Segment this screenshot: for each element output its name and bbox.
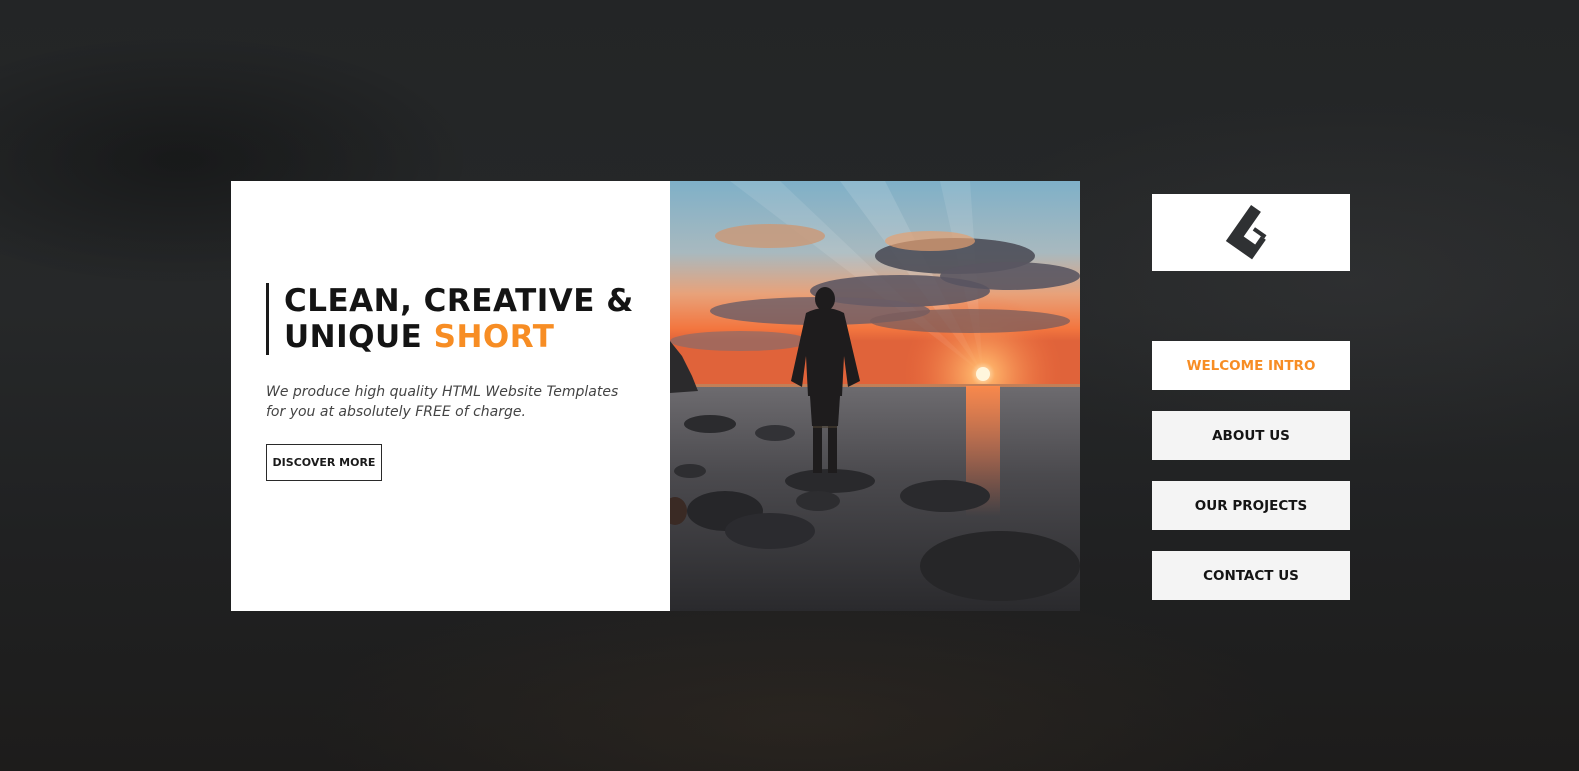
headline-line-2-prefix: UNIQUE — [284, 319, 423, 355]
nav-item-our-projects[interactable]: OUR PROJECTS — [1152, 481, 1350, 530]
hero-card: CLEAN, CREATIVE & UNIQUE SHORT We produc… — [231, 181, 1080, 611]
nav-item-about-us[interactable]: ABOUT US — [1152, 411, 1350, 460]
hero-tagline: We produce high quality HTML Website Tem… — [266, 384, 619, 420]
logo-box[interactable] — [1152, 194, 1350, 271]
hero-headline: CLEAN, CREATIVE & UNIQUE SHORT — [266, 283, 634, 355]
sunset-photo-image — [670, 181, 1080, 611]
headline-accent-word: SHORT — [433, 319, 555, 355]
side-nav: WELCOME INTRO ABOUT US OUR PROJECTS CONT… — [1152, 341, 1350, 621]
discover-more-button[interactable]: DISCOVER MORE — [266, 444, 382, 481]
nav-item-welcome-intro[interactable]: WELCOME INTRO — [1152, 341, 1350, 390]
headline-line-2: UNIQUE SHORT — [284, 319, 634, 355]
nav-item-contact-us[interactable]: CONTACT US — [1152, 551, 1350, 600]
hero-photo — [670, 181, 1080, 611]
hero-text-panel: CLEAN, CREATIVE & UNIQUE SHORT We produc… — [231, 181, 670, 611]
brand-logo-icon — [1225, 204, 1267, 259]
headline-line-1: CLEAN, CREATIVE & — [284, 283, 634, 319]
